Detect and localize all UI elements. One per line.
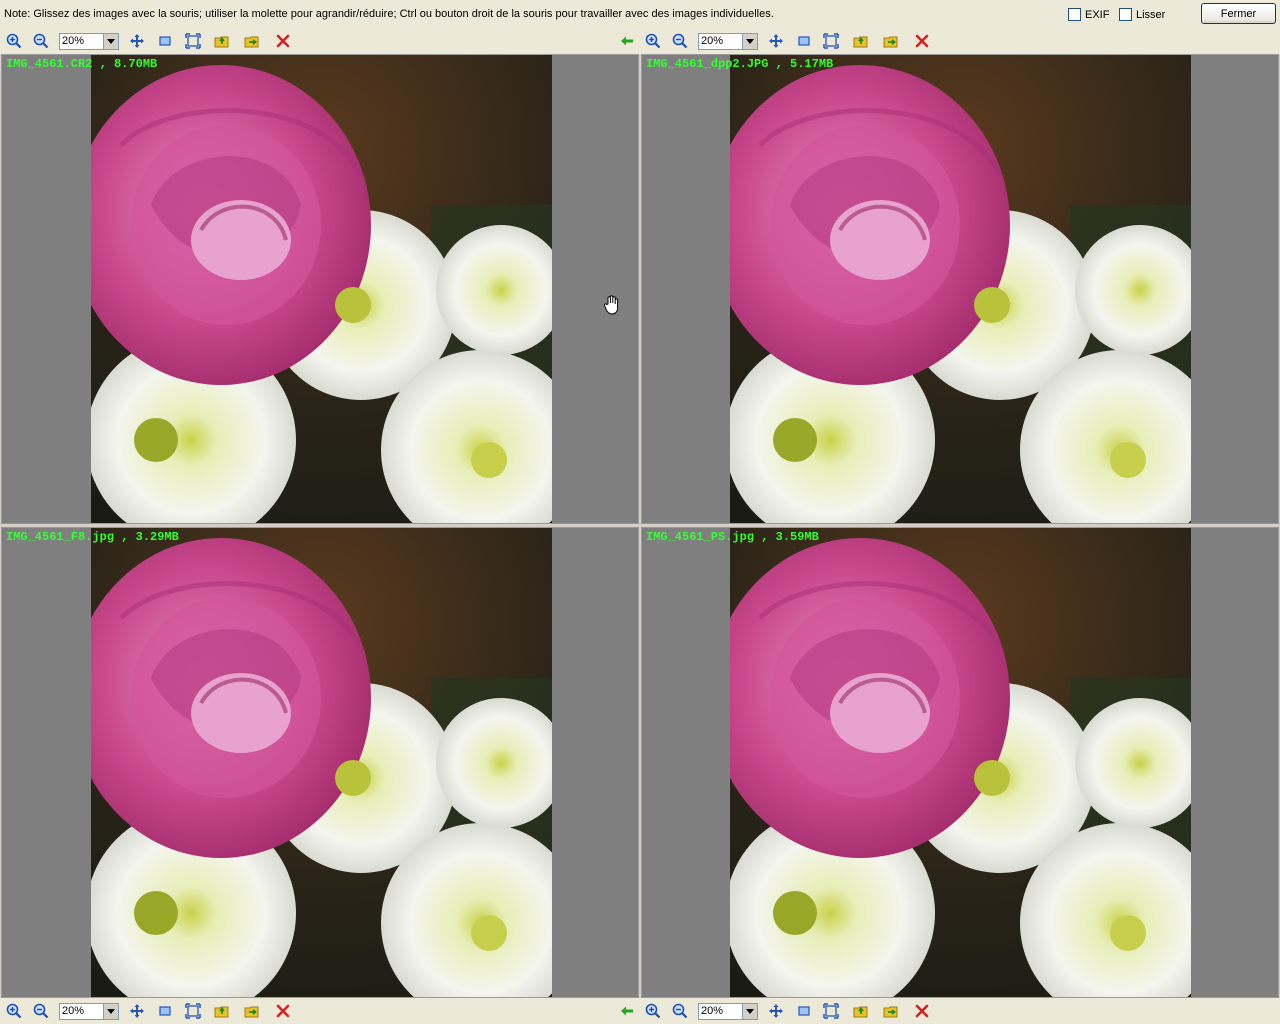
- close-x-icon[interactable]: [914, 1003, 930, 1019]
- close-x-icon[interactable]: [275, 33, 291, 49]
- move-icon[interactable]: [768, 33, 784, 49]
- zoom-out-icon[interactable]: [33, 33, 49, 49]
- image-pane[interactable]: IMG_4561_PS.jpg , 3.59MB: [641, 527, 1279, 998]
- smooth-label: Lisser: [1136, 8, 1166, 21]
- smooth-checkbox-box[interactable]: [1119, 8, 1132, 21]
- move-icon[interactable]: [129, 33, 145, 49]
- zoom-value: 20%: [62, 1005, 85, 1017]
- zoom-value: 20%: [701, 35, 724, 47]
- fit-icon[interactable]: [823, 33, 839, 49]
- flower-photo[interactable]: [91, 55, 552, 524]
- toolbar-bottom-right: 20%: [640, 998, 1280, 1024]
- smooth-checkbox[interactable]: Lisser: [1119, 8, 1165, 21]
- actual-size-icon[interactable]: [157, 33, 173, 49]
- back-arrow-icon[interactable]: [619, 33, 635, 49]
- exif-label: EXIF: [1085, 8, 1110, 21]
- actual-size-icon[interactable]: [796, 33, 812, 49]
- zoom-select[interactable]: 20%: [59, 1003, 119, 1020]
- open-folder-icon[interactable]: [214, 1003, 230, 1019]
- fit-icon[interactable]: [823, 1003, 839, 1019]
- image-caption: IMG_4561_F8.jpg , 3.29MB: [6, 530, 179, 544]
- toolbar-bottom-left: 20%: [0, 998, 640, 1024]
- close-x-icon[interactable]: [914, 33, 930, 49]
- zoom-value: 20%: [62, 35, 85, 47]
- zoom-out-icon[interactable]: [33, 1003, 49, 1019]
- move-icon[interactable]: [129, 1003, 145, 1019]
- save-icon[interactable]: [244, 33, 260, 49]
- instructions-note: Note: Glissez des images avec la souris;…: [4, 8, 774, 20]
- open-folder-icon[interactable]: [214, 33, 230, 49]
- zoom-out-icon[interactable]: [672, 33, 688, 49]
- move-icon[interactable]: [768, 1003, 784, 1019]
- flower-photo[interactable]: [730, 55, 1191, 524]
- save-icon[interactable]: [244, 1003, 260, 1019]
- zoom-select[interactable]: 20%: [59, 33, 119, 50]
- zoom-out-icon[interactable]: [672, 1003, 688, 1019]
- chevron-down-icon[interactable]: [742, 34, 757, 49]
- zoom-in-icon[interactable]: [645, 33, 661, 49]
- exif-checkbox-box[interactable]: [1068, 8, 1081, 21]
- fit-icon[interactable]: [185, 33, 201, 49]
- open-folder-icon[interactable]: [853, 33, 869, 49]
- flower-photo[interactable]: [730, 528, 1191, 998]
- image-caption: IMG_4561.CR2 , 8.70MB: [6, 57, 158, 71]
- image-pane[interactable]: IMG_4561.CR2 , 8.70MB: [1, 54, 639, 524]
- image-pane[interactable]: IMG_4561_F8.jpg , 3.29MB: [1, 527, 639, 998]
- zoom-in-icon[interactable]: [645, 1003, 661, 1019]
- save-icon[interactable]: [883, 33, 899, 49]
- actual-size-icon[interactable]: [157, 1003, 173, 1019]
- exif-checkbox[interactable]: EXIF: [1068, 8, 1109, 21]
- zoom-in-icon[interactable]: [6, 33, 22, 49]
- flower-photo[interactable]: [91, 528, 552, 998]
- toolbar-top-left: 20%: [0, 28, 640, 54]
- top-bar: Note: Glissez des images avec la souris;…: [0, 0, 1280, 28]
- close-x-icon[interactable]: [275, 1003, 291, 1019]
- image-caption: IMG_4561_PS.jpg , 3.59MB: [646, 530, 819, 544]
- chevron-down-icon[interactable]: [103, 34, 118, 49]
- back-arrow-icon[interactable]: [619, 1003, 635, 1019]
- zoom-value: 20%: [701, 1005, 724, 1017]
- open-folder-icon[interactable]: [853, 1003, 869, 1019]
- zoom-in-icon[interactable]: [6, 1003, 22, 1019]
- image-caption: IMG_4561_dpp2.JPG , 5.17MB: [646, 57, 834, 71]
- chevron-down-icon[interactable]: [103, 1004, 118, 1019]
- zoom-select[interactable]: 20%: [698, 1003, 758, 1020]
- zoom-select[interactable]: 20%: [698, 33, 758, 50]
- save-icon[interactable]: [883, 1003, 899, 1019]
- close-button[interactable]: Fermer: [1201, 3, 1276, 24]
- toolbar-top-right: 20%: [640, 28, 1280, 54]
- chevron-down-icon[interactable]: [742, 1004, 757, 1019]
- actual-size-icon[interactable]: [796, 1003, 812, 1019]
- fit-icon[interactable]: [185, 1003, 201, 1019]
- hand-cursor-icon: [604, 295, 619, 315]
- image-pane[interactable]: IMG_4561_dpp2.JPG , 5.17MB: [641, 54, 1279, 524]
